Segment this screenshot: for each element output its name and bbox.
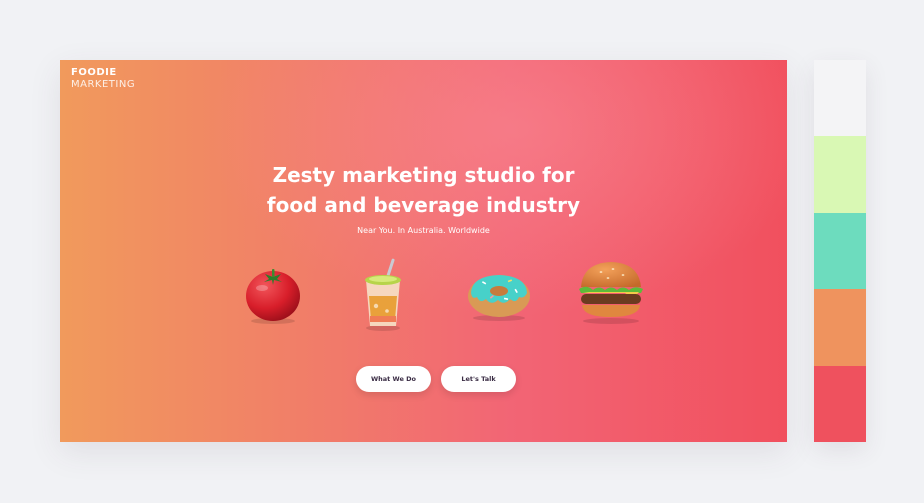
hero-headline: Zesty marketing studio for food and beve… bbox=[60, 160, 787, 220]
palette-swatch-orange bbox=[814, 289, 866, 366]
headline-line-1: Zesty marketing studio for bbox=[272, 163, 575, 187]
brand-name: FOODIE bbox=[71, 67, 117, 78]
lets-talk-button[interactable]: Let's Talk bbox=[441, 366, 516, 392]
tomato-icon bbox=[246, 269, 300, 324]
brand-subtitle: MARKETING bbox=[71, 79, 136, 90]
palette-swatch-white bbox=[814, 60, 866, 137]
palette-swatch-teal bbox=[814, 212, 866, 290]
color-palette bbox=[814, 60, 866, 442]
hero-section: FOODIE MARKETING Zesty marketing studio … bbox=[60, 60, 787, 442]
burger-icon bbox=[579, 262, 643, 324]
brand-logo[interactable]: FOODIE MARKETING bbox=[71, 67, 135, 91]
palette-swatch-light-green bbox=[814, 136, 866, 213]
palette-swatch-red bbox=[814, 365, 866, 442]
what-we-do-button[interactable]: What We Do bbox=[356, 366, 431, 392]
hero-tagline: Near You. In Australia. Worldwide bbox=[357, 226, 490, 235]
drink-cup-icon bbox=[365, 258, 401, 331]
donut-icon bbox=[468, 275, 530, 321]
headline-line-2: food and beverage industry bbox=[266, 193, 581, 217]
